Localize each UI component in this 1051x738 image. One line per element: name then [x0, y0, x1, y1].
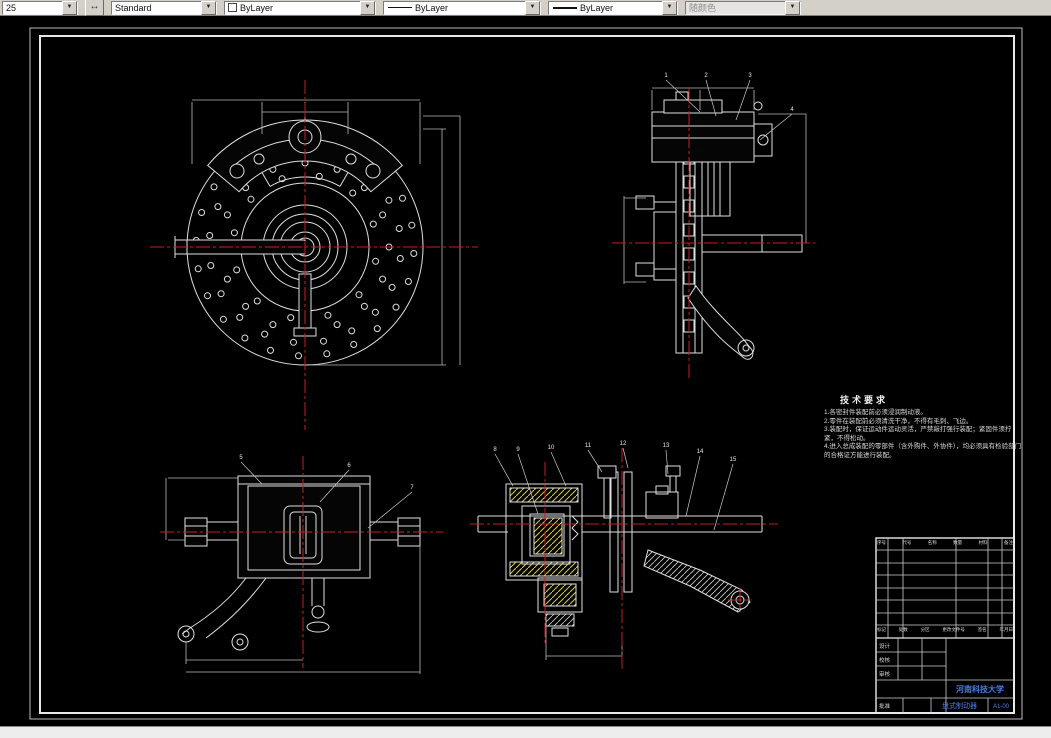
svg-text:10: 10 [548, 445, 555, 451]
chevron-down-icon[interactable]: ▼ [662, 0, 677, 15]
lineweight-sample-icon [553, 6, 577, 9]
svg-text:8: 8 [493, 447, 497, 453]
scale-combo[interactable]: 25 ▼ [2, 0, 78, 15]
style-combo-value: Standard [115, 2, 152, 13]
sign-label-approve: 批准 [879, 704, 891, 710]
view-side-rotor [635, 91, 803, 360]
plotstyle-control-combo[interactable]: 随颜色 ▼ [685, 0, 801, 15]
svg-text:2: 2 [704, 73, 708, 79]
svg-text:9: 9 [516, 447, 520, 453]
scale-combo-value: 25 [6, 2, 17, 13]
chevron-down-icon[interactable]: ▼ [360, 0, 375, 15]
linetype-control-combo[interactable]: ByLayer ▼ [383, 0, 541, 15]
parts-header-cell: 代号 [902, 540, 912, 545]
svg-text:7: 7 [410, 485, 414, 491]
plotstyle-combo-value: 随颜色 [689, 3, 717, 13]
view-front-disc [174, 119, 424, 366]
svg-text:5: 5 [239, 455, 243, 461]
svg-text:6: 6 [347, 463, 351, 469]
technical-requirement-line: 1.各密封件装配前必须浸润制动液。 [824, 409, 927, 416]
chevron-down-icon[interactable]: ▼ [785, 0, 800, 15]
title-block-school: 河南科技大学 [956, 685, 1004, 694]
svg-text:14: 14 [697, 449, 704, 455]
svg-text:1: 1 [664, 73, 668, 79]
svg-text:12: 12 [620, 441, 627, 447]
sign-label-audit: 审核 [879, 672, 891, 678]
chevron-down-icon[interactable]: ▼ [525, 0, 540, 15]
parts-header-cell: 名称 [927, 540, 937, 545]
lineweight-combo-value: ByLayer [580, 2, 614, 13]
lineweight-control-combo[interactable]: ByLayer ▼ [548, 0, 678, 15]
parts-header-cell: 数量 [953, 540, 963, 545]
technical-requirement-line: 3.装配时，保证运动件运动灵活，严禁敲打强行装配；紧固件须拧紧，不得松动。 [824, 426, 1012, 442]
color-combo-value: ByLayer [240, 2, 274, 13]
color-control-combo[interactable]: ByLayer ▼ [224, 0, 376, 15]
sheet-frame [29, 27, 1023, 720]
parts-header-cell: 材料 [978, 540, 988, 545]
revision-table-header: 标记 处数 分区 更改文件号 签名 年月日 [877, 627, 1013, 633]
revision-header-cell: 年月日 [999, 627, 1013, 632]
parts-header-cell: 备注 [1003, 540, 1013, 545]
linetype-combo-value: ByLayer [415, 2, 449, 13]
revision-header-cell: 处数 [898, 627, 908, 632]
technical-requirements-title: 技术要求 [840, 395, 889, 405]
view-caliper-body [177, 475, 421, 651]
status-bar [0, 726, 1051, 738]
style-tool-icon-button[interactable]: ↔ [85, 0, 104, 16]
style-combo[interactable]: Standard ▼ [111, 0, 217, 15]
svg-text:3: 3 [748, 73, 752, 79]
title-block-drawing-number: A1-00 [992, 703, 1009, 710]
svg-text:13: 13 [663, 443, 670, 449]
revision-header-cell: 签名 [977, 627, 987, 632]
svg-text:15: 15 [730, 457, 737, 463]
revision-header-cell: 标记 [877, 627, 886, 632]
linetype-sample-icon [388, 7, 412, 8]
color-swatch-icon [228, 3, 237, 12]
svg-text:11: 11 [585, 443, 592, 449]
chevron-down-icon[interactable]: ▼ [62, 0, 77, 15]
technical-requirements: 技术要求 1.各密封件装配前必须浸润制动液。 2.零件在装配前必须清洗干净，不得… [824, 393, 1022, 460]
technical-requirement-line: 4.进入总成装配的零部件（含外购件、外协件），均必须具有检验部门的合格证方能进行… [824, 443, 1022, 459]
svg-text:4: 4 [790, 107, 794, 113]
title-block-drawing-title: 盘式制动器 [942, 702, 977, 710]
revision-header-cell: 更改文件号 [942, 627, 965, 632]
revision-header-cell: 分区 [920, 627, 930, 632]
sign-label-design: 设计 [879, 644, 891, 650]
chevron-down-icon[interactable]: ▼ [201, 0, 216, 15]
top-toolbar: 25 ▼ ↔ Standard ▼ ByLayer ▼ ByLayer ▼ By… [0, 0, 1051, 16]
drawing-viewport[interactable]: 1 2 345678 9 10 11 12 131415 [0, 16, 1051, 726]
parts-list-header: 序号 代号 名称 数量 材料 备注 [877, 540, 1013, 546]
sign-label-check: 校核 [879, 658, 891, 664]
drawing-area: 1 2 3 4 5 6 7 8 9 10 11 12 13 14 15 技术要求… [0, 16, 1051, 726]
view-section-cut [477, 465, 763, 637]
parts-header-cell: 序号 [877, 540, 886, 545]
technical-requirement-line: 2.零件在装配前必须清洗干净，不得有毛刺、飞边。 [824, 417, 973, 425]
